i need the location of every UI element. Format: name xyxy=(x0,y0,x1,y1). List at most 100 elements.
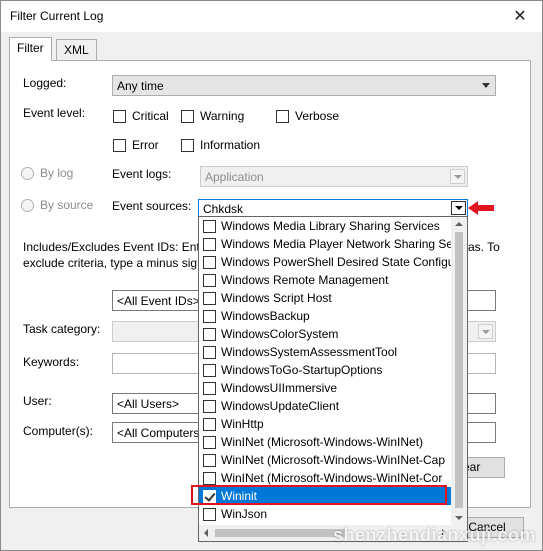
watermark: shenzhendianxuji.com xyxy=(332,525,536,545)
by-source-radio[interactable] xyxy=(21,199,34,212)
event-level-label: Event level: xyxy=(23,106,86,120)
item-label: Windows Media Player Network Sharing Se xyxy=(221,237,451,251)
item-checkbox[interactable] xyxy=(203,274,216,287)
by-log-label: By log xyxy=(40,166,74,180)
scroll-left-icon[interactable] xyxy=(204,529,208,537)
verbose-checkbox[interactable] xyxy=(276,110,289,123)
keywords-label: Keywords: xyxy=(23,355,80,369)
by-source-label: By source xyxy=(40,198,94,212)
scroll-thumb-horizontal[interactable] xyxy=(215,529,345,537)
user-value: <All Users> xyxy=(117,397,180,411)
chevron-down-icon[interactable] xyxy=(451,201,466,215)
tab-xml[interactable]: XML xyxy=(56,39,97,61)
warning-label: Warning xyxy=(200,109,245,123)
item-checkbox[interactable] xyxy=(203,238,216,251)
chevron-down-icon xyxy=(478,324,493,339)
user-label: User: xyxy=(23,394,52,408)
close-icon[interactable]: ✕ xyxy=(504,3,536,29)
information-label: Information xyxy=(200,138,261,152)
chevron-down-icon xyxy=(450,169,465,184)
scroll-up-icon[interactable] xyxy=(455,222,463,226)
event-sources-value: Chkdsk xyxy=(203,202,244,216)
dropdown-item[interactable]: WindowsUIImmersive xyxy=(199,379,451,397)
event-logs-label: Event logs: xyxy=(112,167,172,181)
vertical-scrollbar[interactable] xyxy=(451,217,467,525)
item-checkbox[interactable] xyxy=(203,310,216,323)
tab-xml-label: XML xyxy=(64,43,89,57)
item-checkbox[interactable] xyxy=(203,364,216,377)
item-label: Windows PowerShell Desired State Configu xyxy=(221,255,451,269)
information-checkbox[interactable] xyxy=(181,139,194,152)
item-checkbox[interactable] xyxy=(203,382,216,395)
item-checkbox[interactable] xyxy=(203,508,216,521)
event-ids-value: <All Event IDs> xyxy=(117,294,200,308)
event-sources-select[interactable]: Chkdsk xyxy=(198,199,468,217)
computers-value: <All Computers xyxy=(117,426,200,440)
item-label: WinINet (Microsoft-Windows-WinINet-Cap xyxy=(221,453,446,467)
item-label: WindowsSystemAssessmentTool xyxy=(221,345,398,359)
task-category-label: Task category: xyxy=(23,322,101,336)
item-label: WinINet (Microsoft-Windows-WinINet-Cor xyxy=(221,471,443,485)
item-checkbox[interactable] xyxy=(203,292,216,305)
dropdown-item[interactable]: Windows Script Host xyxy=(199,289,451,307)
item-checkbox[interactable] xyxy=(203,472,216,485)
error-checkbox[interactable] xyxy=(113,139,126,152)
item-checkbox[interactable] xyxy=(203,436,216,449)
tab-filter-label: Filter xyxy=(17,41,44,55)
critical-checkbox[interactable] xyxy=(113,110,126,123)
verbose-label: Verbose xyxy=(295,109,340,123)
item-label: WindowsToGo-StartupOptions xyxy=(221,363,383,377)
dropdown-item[interactable]: WindowsColorSystem xyxy=(199,325,451,343)
chevron-down-icon xyxy=(482,83,490,88)
includes-text-right: as. To xyxy=(468,240,500,254)
logged-label: Logged: xyxy=(23,76,67,90)
item-checkbox[interactable] xyxy=(203,220,216,233)
highlight-box xyxy=(191,485,447,505)
dropdown-item[interactable]: Windows Media Player Network Sharing Se xyxy=(199,235,451,253)
item-checkbox[interactable] xyxy=(203,400,216,413)
dropdown-item[interactable]: WindowsBackup xyxy=(199,307,451,325)
critical-label: Critical xyxy=(132,109,169,123)
tab-filter[interactable]: Filter xyxy=(9,37,52,61)
item-label: WindowsUpdateClient xyxy=(221,399,340,413)
item-label: WinJson xyxy=(221,507,268,521)
event-logs-select[interactable]: Application xyxy=(200,166,468,187)
warning-checkbox[interactable] xyxy=(181,110,194,123)
item-checkbox[interactable] xyxy=(203,454,216,467)
computers-label: Computer(s): xyxy=(23,424,94,438)
item-label: Windows Remote Management xyxy=(221,273,389,287)
dropdown-item[interactable]: WinJson xyxy=(199,505,451,523)
window-title: Filter Current Log xyxy=(10,9,104,23)
item-label: WindowsUIImmersive xyxy=(221,381,338,395)
dropdown-item[interactable]: WindowsSystemAssessmentTool xyxy=(199,343,451,361)
dropdown-item[interactable]: Windows Media Library Sharing Services xyxy=(199,217,451,235)
dropdown-item[interactable]: WinINet (Microsoft-Windows-WinINet-Cap xyxy=(199,451,451,469)
item-label: Windows Media Library Sharing Services xyxy=(221,219,440,233)
dropdown-item[interactable]: WinHttp xyxy=(199,415,451,433)
item-label: WinHttp xyxy=(221,417,264,431)
event-sources-label: Event sources: xyxy=(112,199,192,213)
by-log-radio[interactable] xyxy=(21,167,34,180)
item-checkbox[interactable] xyxy=(203,346,216,359)
error-label: Error xyxy=(132,138,159,152)
item-checkbox[interactable] xyxy=(203,256,216,269)
filter-dialog: Filter Current Log ✕ Filter XML Logged: … xyxy=(0,0,543,551)
item-label: WinINet (Microsoft-Windows-WinINet) xyxy=(221,435,424,449)
dropdown-item[interactable]: Windows Remote Management xyxy=(199,271,451,289)
item-label: WindowsBackup xyxy=(221,309,310,323)
dropdown-item[interactable]: WindowsToGo-StartupOptions xyxy=(199,361,451,379)
event-logs-value: Application xyxy=(205,170,264,184)
item-label: Windows Script Host xyxy=(221,291,332,305)
item-label: WindowsColorSystem xyxy=(221,327,339,341)
dropdown-item[interactable]: WinINet (Microsoft-Windows-WinINet) xyxy=(199,433,451,451)
dropdown-item[interactable]: WindowsUpdateClient xyxy=(199,397,451,415)
scroll-down-icon[interactable] xyxy=(455,516,463,520)
logged-value: Any time xyxy=(117,79,164,93)
includes-text-line2: exclude criteria, type a minus sign xyxy=(23,256,204,270)
logged-select[interactable]: Any time xyxy=(112,75,496,96)
item-checkbox[interactable] xyxy=(203,418,216,431)
pointer-arrow-icon xyxy=(468,201,494,215)
item-checkbox[interactable] xyxy=(203,328,216,341)
scroll-thumb[interactable] xyxy=(455,232,463,508)
dropdown-item[interactable]: Windows PowerShell Desired State Configu xyxy=(199,253,451,271)
